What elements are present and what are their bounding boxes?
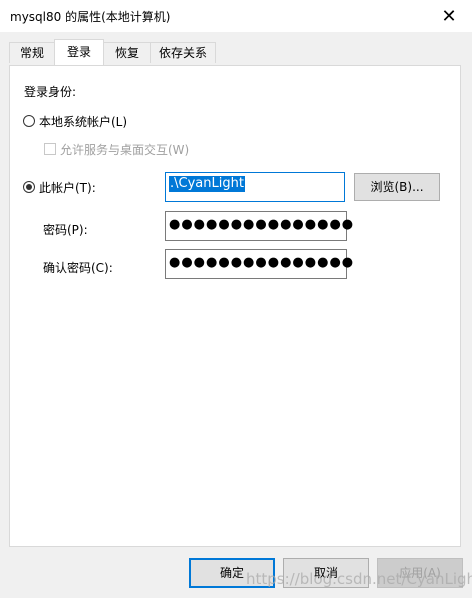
this-account-radio[interactable] <box>23 181 35 193</box>
tab-general[interactable]: 常规 <box>9 42 55 63</box>
cancel-button[interactable]: 取消 <box>283 558 369 588</box>
account-value: .\CyanLight <box>169 176 245 192</box>
tab-strip: 常规 登录 恢复 依存关系 <box>0 38 472 66</box>
password-label: 密码(P): <box>43 223 88 237</box>
tab-recovery[interactable]: 恢复 <box>103 42 151 63</box>
interact-desktop-checkbox[interactable] <box>44 143 56 155</box>
logon-panel: 登录身份: 本地系统帐户(L) 允许服务与桌面交互(W) 此帐户(T): .\C… <box>9 65 461 547</box>
close-button[interactable]: ✕ <box>426 0 472 32</box>
confirm-password-label: 确认密码(C): <box>43 261 113 275</box>
title-bar: mysql80 的属性(本地计算机) ✕ <box>0 0 472 32</box>
browse-button[interactable]: 浏览(B)... <box>354 173 440 201</box>
window-title: mysql80 的属性(本地计算机) <box>10 10 171 24</box>
password-input[interactable]: ●●●●●●●●●●●●●●● <box>165 211 353 241</box>
confirm-password-mask: ●●●●●●●●●●●●●●● <box>169 255 355 270</box>
local-system-label[interactable]: 本地系统帐户(L) <box>39 113 127 130</box>
logon-as-label: 登录身份: <box>24 85 77 99</box>
apply-button[interactable]: 应用(A) <box>377 558 463 588</box>
tab-logon[interactable]: 登录 <box>54 39 104 65</box>
interact-desktop-label: 允许服务与桌面交互(W) <box>60 143 190 157</box>
account-input[interactable]: .\CyanLight <box>165 172 345 202</box>
local-system-radio[interactable] <box>23 115 35 127</box>
this-account-label[interactable]: 此帐户(T): <box>39 179 96 196</box>
confirm-password-input[interactable]: ●●●●●●●●●●●●●●● <box>165 249 353 279</box>
password-mask: ●●●●●●●●●●●●●●● <box>169 217 355 232</box>
close-icon: ✕ <box>441 5 457 27</box>
ok-button[interactable]: 确定 <box>189 558 275 588</box>
tab-dependencies[interactable]: 依存关系 <box>150 42 216 63</box>
